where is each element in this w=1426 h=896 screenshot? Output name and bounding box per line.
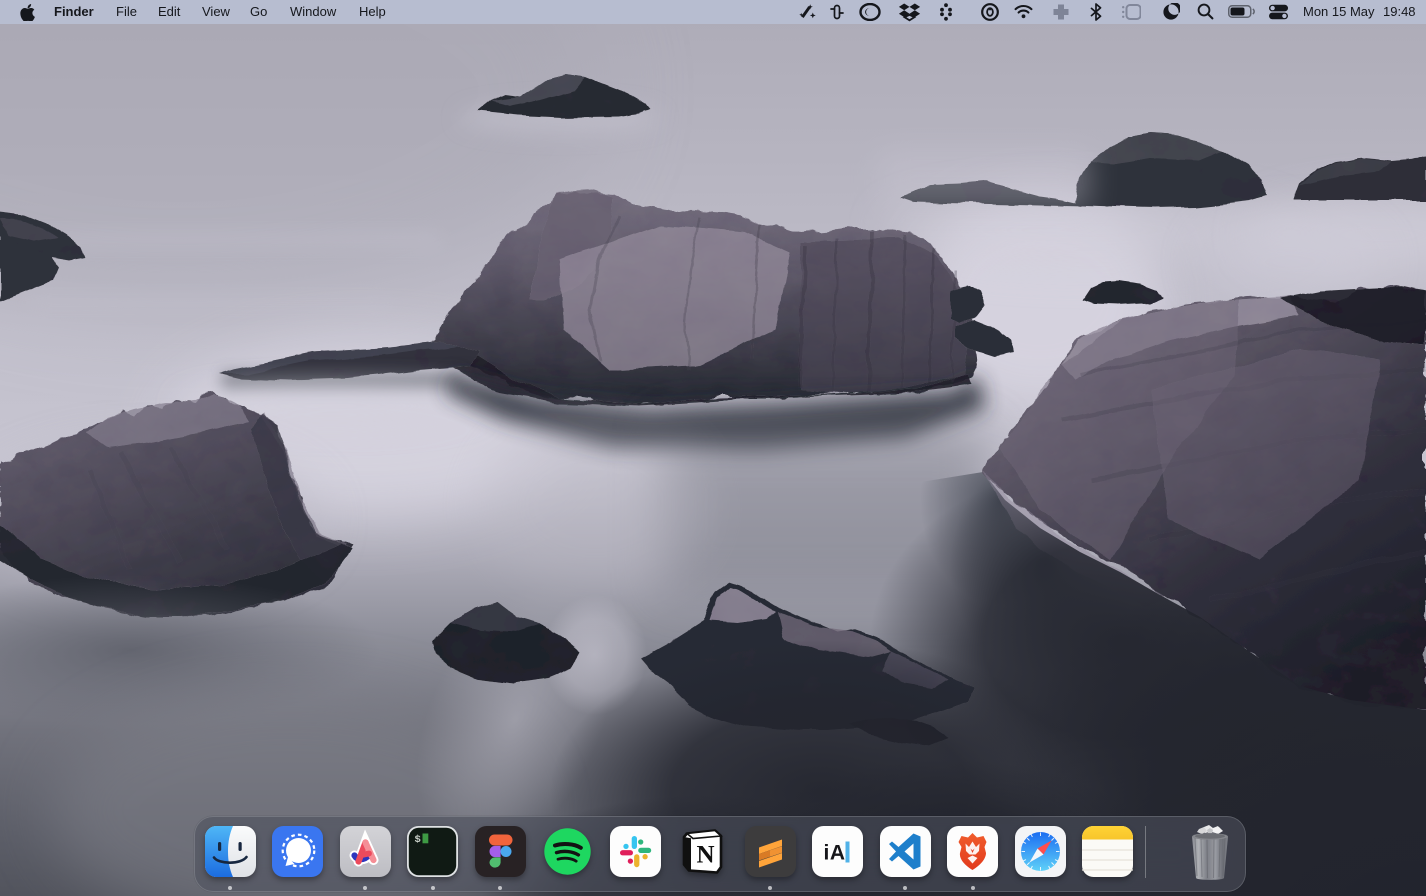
svg-text:iA: iA	[824, 842, 846, 865]
svg-text:N: N	[697, 842, 715, 869]
svg-text:$: $	[415, 834, 421, 846]
